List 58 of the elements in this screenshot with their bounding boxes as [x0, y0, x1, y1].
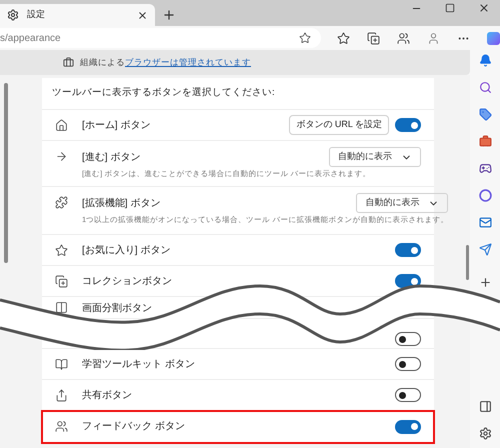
- share-icon: [55, 388, 68, 402]
- star-icon: [55, 244, 68, 256]
- add-icon[interactable]: [478, 276, 492, 289]
- puzzle-icon: [55, 196, 68, 209]
- new-tab-icon[interactable]: [162, 8, 176, 22]
- bell-icon[interactable]: [478, 54, 492, 67]
- toggle-switch[interactable]: [395, 332, 421, 346]
- toggle-switch[interactable]: [395, 243, 421, 257]
- game-icon[interactable]: [478, 162, 492, 175]
- panel-icon[interactable]: [478, 400, 492, 413]
- close-window-icon[interactable]: [478, 2, 490, 14]
- row-label: [ホーム] ボタン: [82, 118, 150, 132]
- row-label: [拡張機能] ボタン: [82, 196, 160, 210]
- row-label: [お気に入り] ボタン: [82, 244, 170, 258]
- collections-icon[interactable]: [367, 32, 380, 44]
- collections-icon: [55, 274, 68, 288]
- row-label: 画面分割ボタン: [82, 302, 152, 316]
- dropdown[interactable]: 自動的に表示: [356, 193, 448, 213]
- toolbox-icon[interactable]: [478, 135, 492, 148]
- scrollbar[interactable]: [4, 83, 8, 263]
- row-label: 学習ツールキット ボタン: [82, 358, 195, 372]
- row-label: 共有ボタン: [82, 388, 132, 402]
- toggle-switch[interactable]: [395, 388, 421, 402]
- maximize-icon[interactable]: [445, 3, 455, 13]
- address-bar[interactable]: s/appearance: [0, 28, 321, 48]
- row-label: コレクションボタン: [82, 274, 172, 288]
- mail-icon[interactable]: [478, 216, 492, 229]
- search-icon[interactable]: [478, 81, 492, 94]
- home-icon: [55, 118, 68, 132]
- tag-icon[interactable]: [478, 108, 492, 121]
- settings-icon: [7, 9, 19, 21]
- favorites-icon[interactable]: [337, 32, 350, 44]
- settings-icon[interactable]: [478, 427, 492, 440]
- managed-link[interactable]: ブラウザーは管理されています: [125, 57, 251, 68]
- toggle-switch[interactable]: [395, 357, 421, 371]
- row-label: フィードバック ボタン: [82, 420, 185, 434]
- notice-text: 組織による: [80, 57, 125, 68]
- people-icon[interactable]: [397, 32, 410, 44]
- dropdown[interactable]: 自動的に表示: [329, 147, 421, 167]
- people-icon: [55, 420, 68, 433]
- section-heading: ツールバーに表示するボタンを選択してください:: [52, 86, 275, 100]
- star-icon[interactable]: [299, 32, 311, 44]
- close-icon[interactable]: [137, 10, 148, 20]
- right-scrollbar[interactable]: [466, 245, 469, 280]
- book-icon: [55, 358, 68, 370]
- profile-icon[interactable]: [427, 32, 440, 44]
- tab-title: 設定: [27, 8, 45, 22]
- arrow-icon: [55, 150, 68, 163]
- split-screen-icon: [55, 301, 68, 314]
- set-url-button[interactable]: ボタンの URL を設定: [289, 115, 389, 135]
- toggle-switch[interactable]: [395, 118, 421, 132]
- row-label: [進む] ボタン: [82, 150, 140, 164]
- send-icon[interactable]: [478, 243, 492, 256]
- toggle-switch[interactable]: [395, 420, 421, 434]
- browser-tab[interactable]: 設定: [0, 4, 155, 26]
- circle-icon[interactable]: [478, 189, 492, 202]
- address-text: s/appearance: [0, 32, 62, 46]
- briefcase-icon: [63, 57, 74, 68]
